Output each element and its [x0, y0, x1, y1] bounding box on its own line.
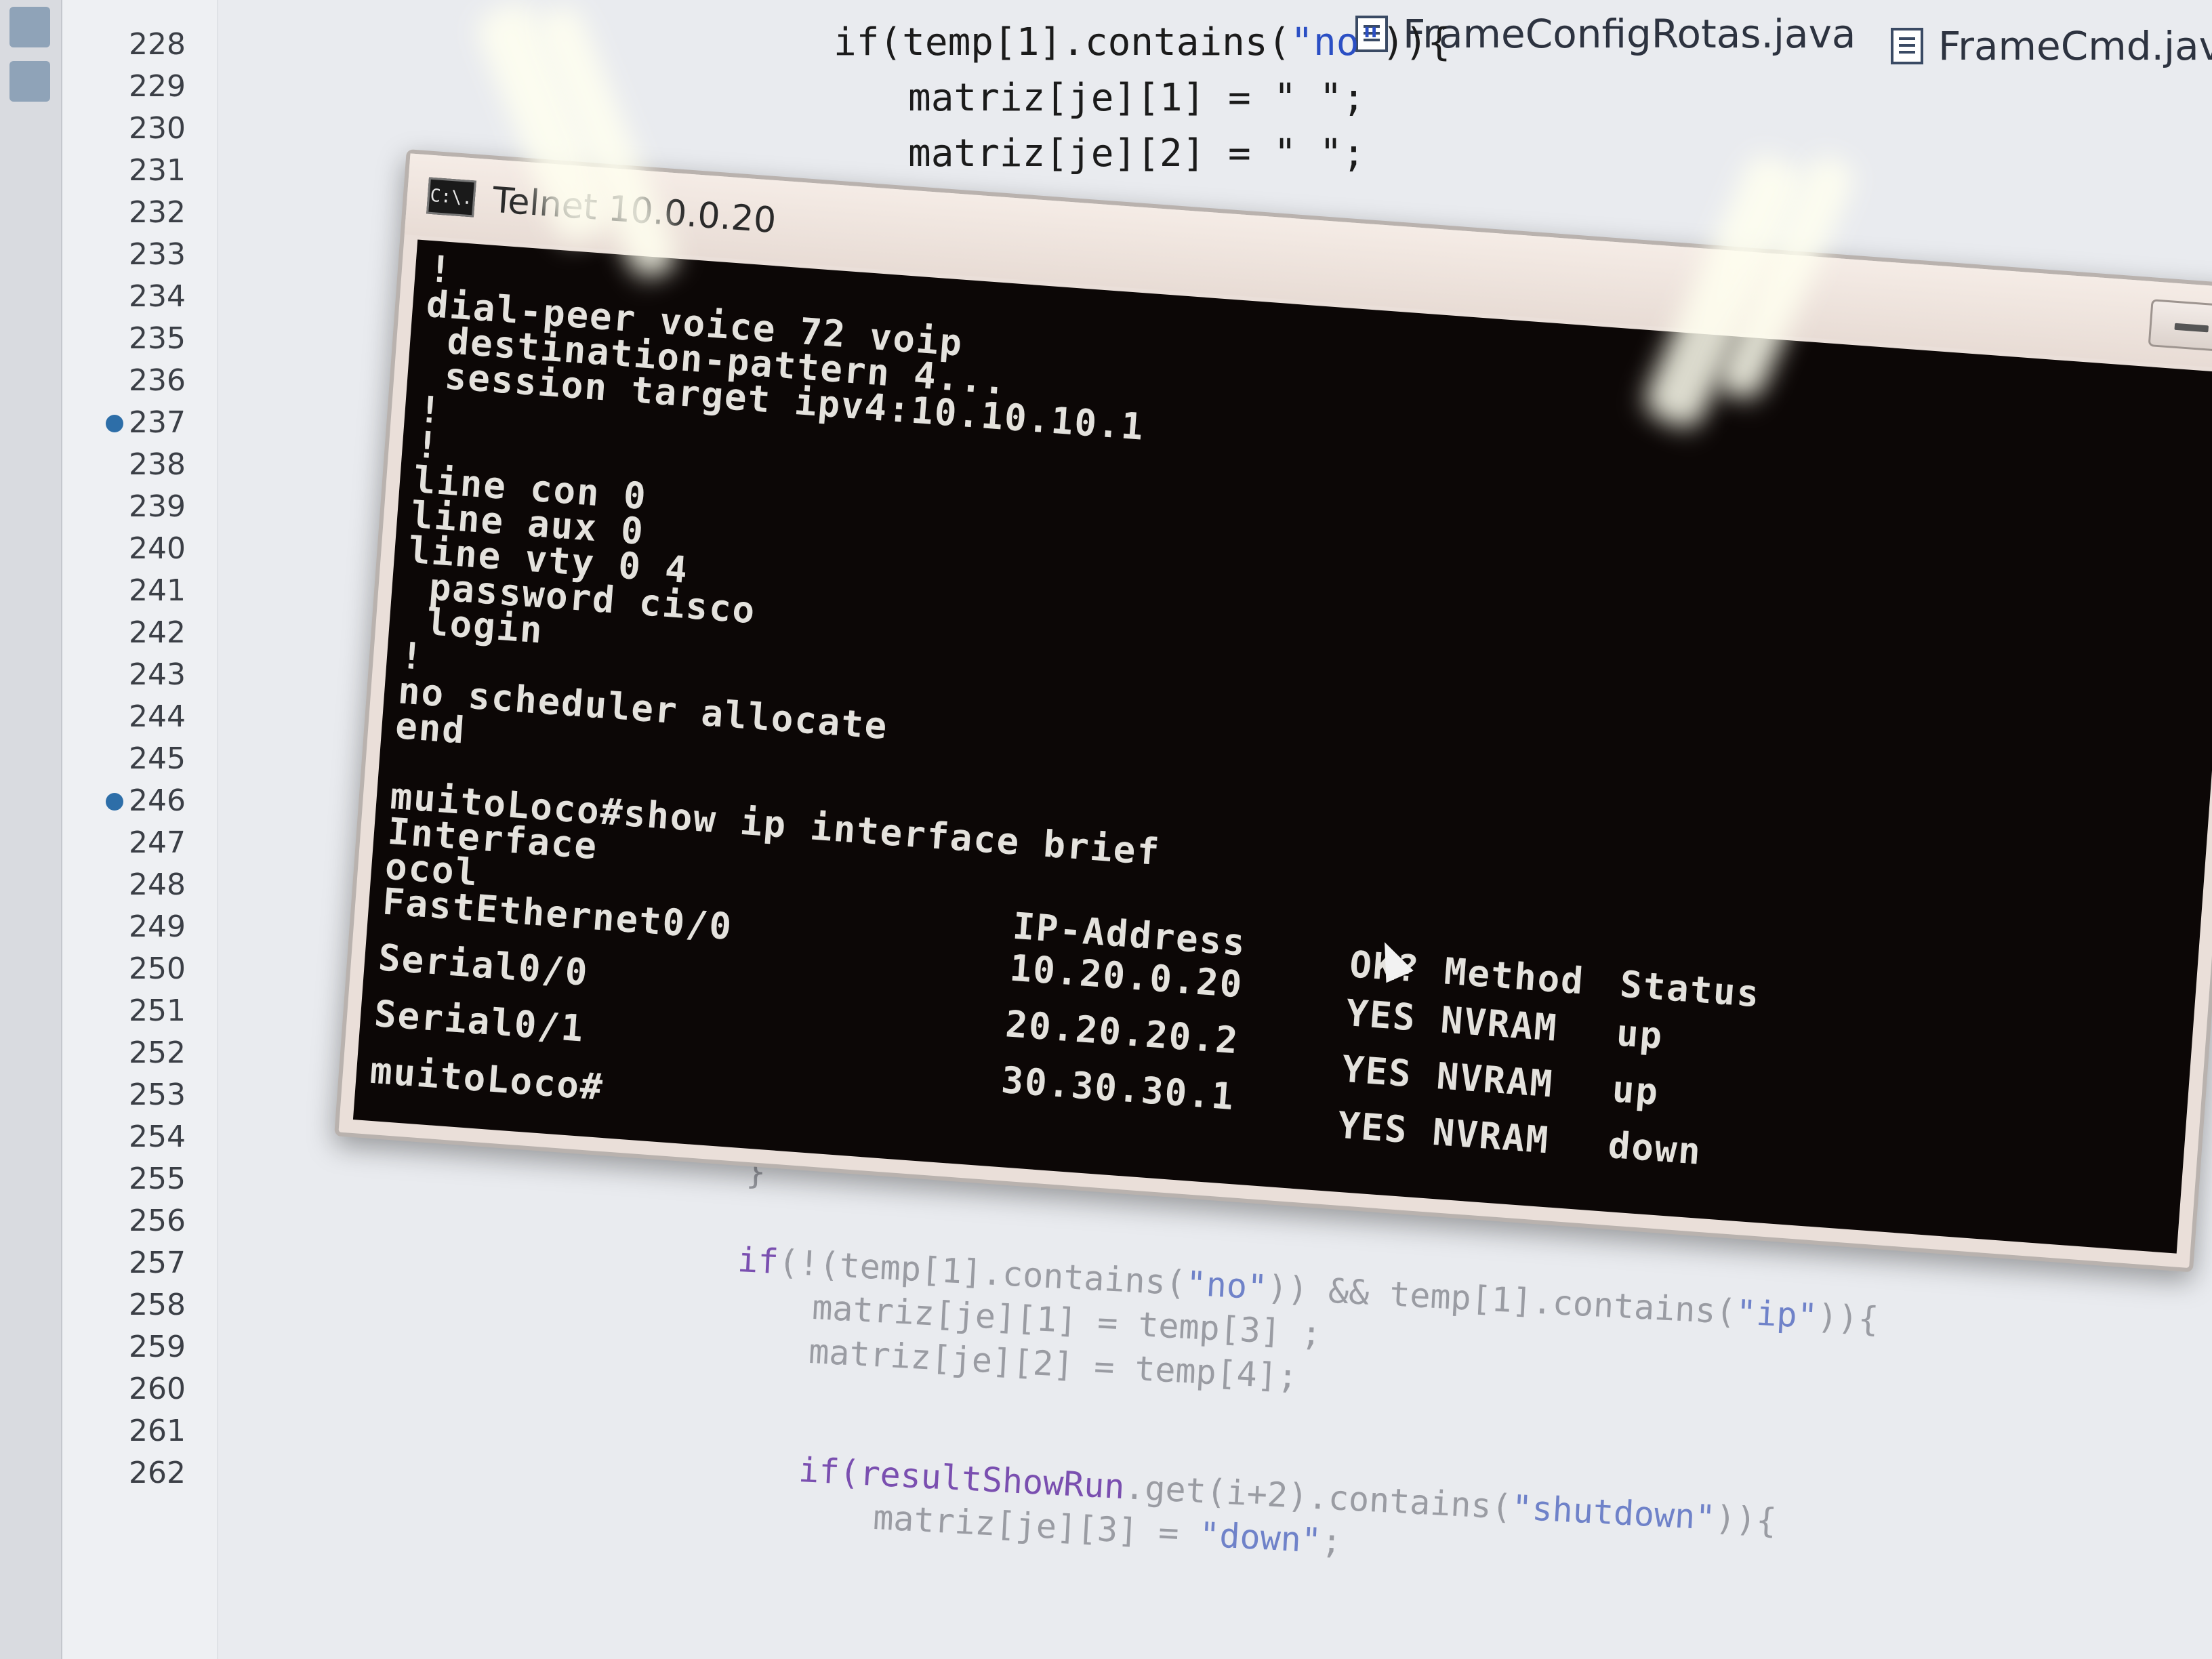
code-text: )) && temp[1].contains(	[1266, 1267, 1738, 1332]
line-number[interactable]: 241	[129, 573, 217, 608]
code-text: ;	[1320, 1521, 1343, 1562]
project-tool-icon[interactable]	[9, 7, 50, 47]
code-text: matriz[je][1] = " ";	[908, 76, 1366, 120]
code-keyword: if	[736, 1240, 780, 1282]
line-number[interactable]: 260	[129, 1372, 217, 1406]
terminal-output[interactable]: ! dial-peer voice 72 voip destination-pat…	[352, 239, 2212, 1254]
code-text: )){	[1382, 20, 1451, 64]
code-string: "ip"	[1735, 1292, 1819, 1336]
tab-label: FrameCmd.java	[1938, 23, 2212, 69]
line-number[interactable]: 230	[129, 111, 217, 146]
line-number[interactable]: 244	[129, 699, 217, 734]
row-interface: Serial0/0	[377, 936, 590, 995]
row-ok: YES	[1340, 1048, 1414, 1096]
header-method: Method	[1442, 949, 1586, 1003]
line-number[interactable]: 257	[129, 1246, 217, 1280]
minimize-button[interactable]	[2148, 299, 2212, 352]
row-interface: FastEthernet0/0	[381, 880, 735, 949]
row-interface: Serial0/1	[373, 992, 586, 1050]
line-number[interactable]: 254	[129, 1120, 217, 1154]
code-line[interactable]: matriz[je][2] = " ";	[908, 131, 1365, 176]
line-number[interactable]: 259	[129, 1330, 217, 1364]
line-number[interactable]: 253	[129, 1078, 217, 1112]
line-number[interactable]: 247	[129, 825, 217, 860]
java-file-icon	[1891, 28, 1923, 64]
row-status: up	[1610, 1067, 1661, 1114]
line-number[interactable]: 236	[129, 363, 217, 398]
telnet-window[interactable]: C:\. Telnet 10.0.0.20 ! dial-peer voice 7…	[334, 149, 2212, 1273]
ide-tool-sidebar	[0, 0, 62, 1659]
line-number[interactable]: 232	[129, 195, 217, 230]
terminal-prompt: muitoLoco#	[369, 1048, 605, 1109]
line-number[interactable]: 228	[129, 27, 217, 62]
line-number-gutter: 228 229 230 231 232 233 234 235 236 237 238 239 240 2…	[62, 0, 218, 1659]
code-text: )){	[1714, 1498, 1778, 1541]
code-string: "no"	[1185, 1263, 1269, 1307]
code-keyword: if	[797, 1450, 841, 1492]
line-number[interactable]: 243	[129, 657, 217, 692]
line-number[interactable]: 229	[129, 69, 217, 104]
code-text: )){	[1816, 1296, 1880, 1340]
line-number-text: 237	[129, 405, 186, 440]
code-string: "down"	[1197, 1515, 1323, 1561]
line-number[interactable]: 233	[129, 237, 217, 272]
row-ok: YES	[1345, 991, 1418, 1040]
line-number[interactable]: 239	[129, 489, 217, 524]
terminal-line: end	[394, 704, 468, 752]
header-status: Status	[1618, 962, 1762, 1016]
line-number[interactable]: 234	[129, 279, 217, 314]
line-number[interactable]: 237	[106, 405, 217, 440]
line-number[interactable]: 255	[129, 1162, 217, 1196]
line-number[interactable]: 249	[129, 909, 217, 944]
line-number[interactable]: 238	[129, 447, 217, 482]
code-text: matriz[je][2] = " ";	[908, 131, 1366, 176]
terminal-line: no scheduler allocate	[396, 669, 890, 748]
tab-framecmd[interactable]: FrameCmd.java	[1891, 12, 2212, 80]
code-line[interactable]: matriz[je][1] = " ";	[908, 76, 1365, 120]
line-number[interactable]: 240	[129, 531, 217, 566]
line-number[interactable]: 242	[129, 615, 217, 650]
line-number[interactable]: 251	[129, 994, 217, 1028]
row-method: NVRAM	[1439, 998, 1559, 1050]
line-number[interactable]: 258	[129, 1288, 217, 1322]
line-number[interactable]: 252	[129, 1036, 217, 1070]
line-number[interactable]: 246	[106, 783, 217, 818]
code-line[interactable]: if(temp[1].contains("no")){	[834, 20, 1450, 64]
breakpoint-icon[interactable]	[106, 415, 123, 432]
line-number[interactable]: 250	[129, 951, 217, 986]
line-number[interactable]: 245	[129, 741, 217, 776]
line-number[interactable]: 261	[129, 1414, 217, 1448]
line-number[interactable]: 256	[129, 1204, 217, 1238]
row-status: down	[1606, 1124, 1704, 1174]
line-number[interactable]: 235	[129, 321, 217, 356]
line-number[interactable]: 248	[129, 867, 217, 902]
row-ip-address: 20.20.20.2	[1004, 1002, 1241, 1063]
row-ip-address: 30.30.30.1	[1000, 1059, 1237, 1119]
code-string: "no"	[1290, 20, 1382, 64]
row-method: NVRAM	[1431, 1111, 1551, 1162]
line-number-text: 246	[129, 783, 186, 818]
structure-tool-icon[interactable]	[9, 61, 50, 102]
row-status: up	[1615, 1011, 1665, 1058]
breakpoint-icon[interactable]	[106, 793, 123, 811]
line-number[interactable]: 231	[129, 153, 217, 188]
console-app-icon: C:\.	[426, 177, 476, 218]
row-ok: YES	[1336, 1103, 1410, 1152]
code-string: "shutdown"	[1511, 1488, 1717, 1538]
code-text: if(temp[1].contains(	[834, 20, 1291, 64]
line-number[interactable]: 262	[129, 1456, 217, 1490]
tab-label: FrameConfigRotas.java	[1403, 11, 1856, 57]
row-method: NVRAM	[1435, 1054, 1555, 1106]
